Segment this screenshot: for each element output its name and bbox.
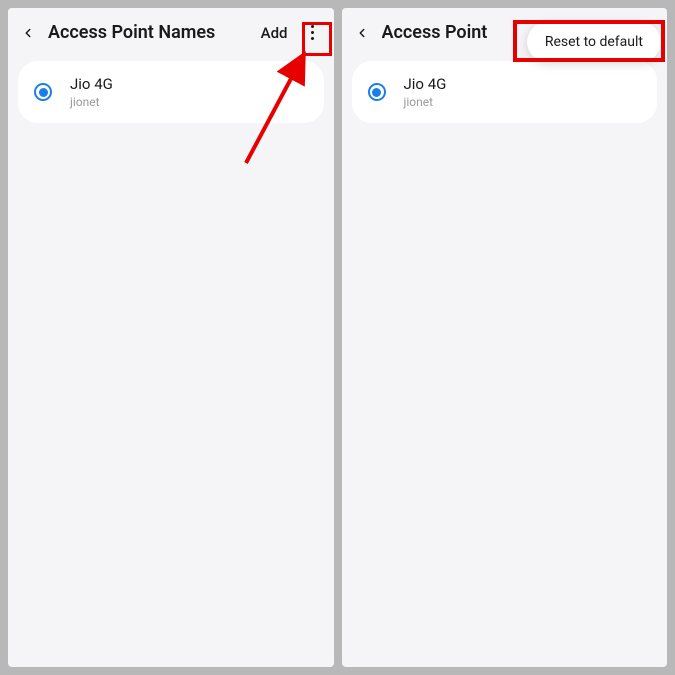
reset-to-default-menu-item[interactable]: Reset to default bbox=[545, 34, 643, 50]
phone-screen-left: Access Point Names Add Jio 4G jionet bbox=[8, 8, 334, 667]
apn-list-item[interactable]: Jio 4G jionet bbox=[18, 61, 324, 123]
apn-text-block: Jio 4G jionet bbox=[70, 75, 113, 109]
apn-subtitle: jionet bbox=[404, 95, 447, 109]
apn-name: Jio 4G bbox=[70, 75, 113, 93]
add-button[interactable]: Add bbox=[257, 24, 292, 42]
radio-button-icon[interactable] bbox=[368, 83, 386, 101]
apn-text-block: Jio 4G jionet bbox=[404, 75, 447, 109]
page-title: Access Point Names bbox=[48, 22, 245, 43]
radio-button-icon[interactable] bbox=[34, 83, 52, 101]
radio-selected-dot bbox=[372, 88, 381, 97]
phone-screen-right: Access Point Jio 4G jionet Reset to defa… bbox=[342, 8, 668, 667]
overflow-menu: Reset to default bbox=[527, 22, 661, 62]
more-options-icon[interactable] bbox=[304, 25, 322, 40]
header: Access Point Names Add bbox=[8, 8, 334, 61]
back-arrow-icon[interactable] bbox=[20, 25, 36, 41]
apn-name: Jio 4G bbox=[404, 75, 447, 93]
back-arrow-icon[interactable] bbox=[354, 25, 370, 41]
radio-selected-dot bbox=[39, 88, 48, 97]
apn-list-item[interactable]: Jio 4G jionet bbox=[352, 61, 658, 123]
apn-subtitle: jionet bbox=[70, 95, 113, 109]
